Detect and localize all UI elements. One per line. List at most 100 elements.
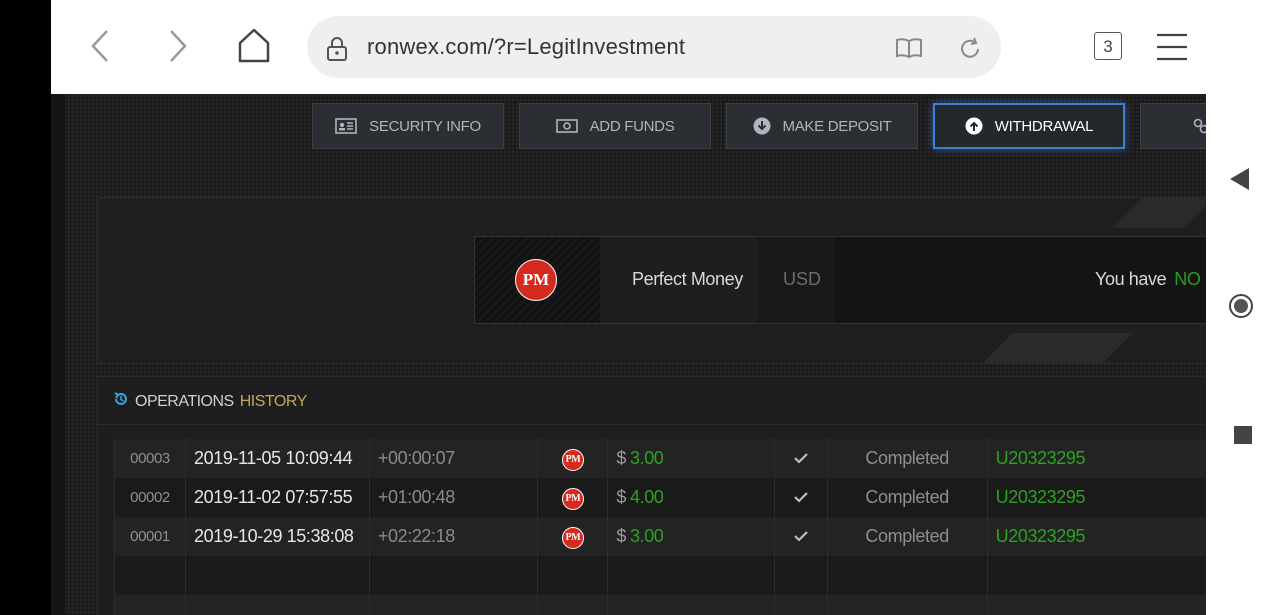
op-method: PM [537, 517, 609, 556]
decor-stripe [983, 333, 1133, 363]
pm-logo-cell: PM [475, 237, 600, 323]
empty-cell [986, 595, 1206, 615]
download-circle-icon [753, 117, 771, 135]
perfect-money-logo: PM [515, 259, 557, 301]
perfect-money-logo: PM [561, 448, 584, 471]
operations-history-title: OPERATIONS HISTORY [113, 391, 307, 412]
table-row[interactable]: 00001 2019-10-29 15:38:08 +02:22:18 PM $… [114, 517, 1206, 556]
table-row-empty [114, 595, 1206, 615]
back-icon[interactable] [89, 28, 111, 69]
empty-cell [185, 556, 370, 595]
divider [98, 424, 1206, 425]
perfect-money-logo: PM [561, 487, 584, 510]
op-id: 00002 [114, 478, 186, 517]
op-method: PM [537, 439, 609, 478]
referral-button[interactable] [1140, 103, 1206, 149]
nav-recent-icon[interactable] [1234, 426, 1252, 444]
nav-home-icon[interactable] [1229, 294, 1253, 318]
address-bar[interactable]: ronwex.com/?r=LegitInvestment [307, 16, 1001, 78]
op-account: U20323295 [986, 439, 1206, 478]
op-check [774, 517, 828, 556]
payment-system-row[interactable]: PM Perfect Money USD You have NO FU [474, 236, 1206, 324]
op-amount: $3.00 [607, 517, 776, 556]
make-deposit-button[interactable]: MAKE DEPOSIT [726, 103, 918, 149]
op-status: Completed [826, 478, 988, 517]
check-icon [794, 487, 808, 507]
payment-system-name: Perfect Money [632, 269, 743, 289]
screen-left-edge [0, 0, 51, 615]
reload-icon[interactable] [957, 36, 983, 67]
banknote-icon [555, 118, 578, 134]
op-status: Completed [826, 517, 988, 556]
empty-cell [368, 556, 539, 595]
op-date: 2019-11-02 07:57:55 [185, 478, 370, 517]
pm-name-cell: Perfect Money [600, 237, 757, 323]
browser-toolbar: ronwex.com/?r=LegitInvestment 3 [51, 0, 1206, 94]
empty-cell [774, 595, 828, 615]
check-icon [794, 448, 808, 468]
operations-history-panel: OPERATIONS HISTORY 00003 2019-11-05 10:0… [97, 376, 1206, 615]
ops-title-main: OPERATIONS [135, 392, 234, 410]
op-amount: $4.00 [607, 478, 776, 517]
empty-cell [537, 556, 609, 595]
op-check [774, 478, 828, 517]
amount-value: 3.00 [629, 526, 664, 546]
decor-stripe [1113, 198, 1206, 228]
security-info-button[interactable]: SECURITY INFO [312, 103, 504, 149]
empty-cell [537, 595, 609, 615]
table-row[interactable]: 00002 2019-11-02 07:57:55 +01:00:48 PM $… [114, 478, 1206, 517]
you-have-label: You have [1095, 269, 1167, 289]
forward-icon[interactable] [167, 28, 189, 69]
site-content: SECURITY INFO ADD FUNDS MAKE DEPOSIT WIT… [51, 94, 1206, 615]
reader-icon[interactable] [895, 36, 923, 65]
site-edge [51, 94, 65, 615]
empty-cell [826, 556, 988, 595]
empty-cell [114, 556, 186, 595]
home-icon[interactable] [237, 28, 271, 69]
op-time-diff: +01:00:48 [368, 478, 539, 517]
empty-cell [986, 556, 1206, 595]
perfect-money-logo: PM [561, 526, 584, 549]
id-card-icon [335, 118, 357, 134]
currency-sign: $ [616, 487, 626, 507]
empty-cell [826, 595, 988, 615]
op-time-diff: +00:00:07 [368, 439, 539, 478]
make-deposit-label: MAKE DEPOSIT [782, 117, 892, 135]
currency-sign: $ [616, 526, 626, 546]
op-amount: $3.00 [607, 439, 776, 478]
pm-currency-cell: USD [757, 237, 835, 323]
menu-icon[interactable] [1156, 33, 1188, 66]
security-info-label: SECURITY INFO [369, 117, 481, 135]
op-account: U20323295 [986, 517, 1206, 556]
empty-cell [114, 595, 186, 615]
empty-cell [607, 595, 776, 615]
url-text[interactable]: ronwex.com/?r=LegitInvestment [367, 34, 685, 60]
empty-cell [774, 556, 828, 595]
op-method: PM [537, 478, 609, 517]
operations-table: 00003 2019-11-05 10:09:44 +00:00:07 PM $… [114, 439, 1206, 615]
table-row-empty [114, 556, 1206, 595]
add-funds-button[interactable]: ADD FUNDS [519, 103, 711, 149]
op-id: 00001 [114, 517, 186, 556]
op-id: 00003 [114, 439, 186, 478]
empty-cell [368, 595, 539, 615]
withdrawal-label: WITHDRAWAL [994, 117, 1094, 135]
empty-cell [185, 595, 370, 615]
add-funds-label: ADD FUNDS [589, 117, 675, 135]
amount-value: 4.00 [629, 487, 664, 507]
balance-text: You have NO FU [1095, 269, 1206, 290]
amount-value: 3.00 [629, 448, 664, 468]
op-check [774, 439, 828, 478]
withdraw-panel: PM Perfect Money USD You have NO FU [97, 197, 1206, 364]
lock-icon [326, 36, 348, 67]
table-row[interactable]: 00003 2019-11-05 10:09:44 +00:00:07 PM $… [114, 439, 1206, 478]
withdrawal-button[interactable]: WITHDRAWAL [933, 103, 1125, 149]
nav-back-icon[interactable] [1230, 168, 1249, 190]
currency-sign: $ [616, 448, 626, 468]
op-time-diff: +02:22:18 [368, 517, 539, 556]
op-account: U20323295 [986, 478, 1206, 517]
history-icon [113, 391, 129, 412]
tabs-count-button[interactable]: 3 [1094, 32, 1122, 60]
empty-cell [607, 556, 776, 595]
op-status: Completed [826, 439, 988, 478]
